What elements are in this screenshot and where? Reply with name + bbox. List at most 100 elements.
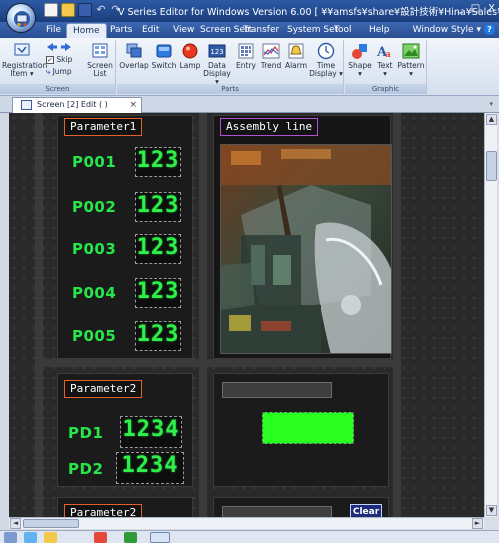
alarm-button[interactable]: Alarm [283,42,309,70]
assembly-line-title: Assembly line [220,118,319,136]
close-button[interactable]: X [488,3,495,14]
application-menu-button[interactable] [6,3,36,33]
open-folder-icon[interactable] [61,3,75,17]
frame-bar-right [393,113,401,517]
taskbar-start-icon[interactable] [4,532,17,543]
p004-value-display[interactable]: 123 [135,278,181,308]
window-title: V Series Editor for Windows Version 6.00… [118,7,499,18]
title-bar: ↶ ↷ V Series Editor for Windows Version … [0,0,499,22]
taskbar-folder-icon[interactable] [44,532,57,543]
data-display-icon: 123 [208,44,226,58]
jump-label: Jump [52,67,72,76]
time-display-button[interactable]: Time Display ▾ [309,42,343,78]
p002-value-display[interactable]: 123 [135,192,181,222]
status-lamp[interactable] [262,412,354,444]
parameter1-panel[interactable]: Parameter1 P001 123 P002 123 P003 123 P0… [57,115,193,359]
entry-icon [238,43,254,59]
save-icon[interactable] [78,3,92,17]
lamp-label: Lamp [179,61,201,70]
taskbar-app-green-icon[interactable] [124,532,137,543]
jump-button[interactable]: ⤷ Jump [46,67,72,77]
vertical-scroll-thumb[interactable] [486,151,497,181]
taskbar-editor-icon[interactable] [150,532,170,543]
prev-next-arrows[interactable] [46,42,72,55]
window-style-dropdown[interactable]: Window Style ▾ [413,23,481,37]
trend-label: Trend [260,61,282,70]
scroll-up-icon[interactable]: ▲ [486,114,497,125]
data-display-label: Data Display ▾ [203,61,231,86]
doc-tab-screen-2[interactable]: Screen [2] Edit ( ) × [12,97,142,113]
screen-canvas[interactable]: Parameter1 P001 123 P002 123 P003 123 P0… [9,113,484,517]
pd2-label: PD2 [68,460,104,478]
group-label-screen: Screen [0,84,115,94]
taskbar-browser-icon[interactable] [24,532,37,543]
taskbar-app-red-icon[interactable] [94,532,107,543]
group-label-parts: Parts [117,84,343,94]
tab-home[interactable]: Home [66,23,107,39]
assembly-line-panel[interactable]: Assembly line [213,115,392,359]
entry-button[interactable]: Entry [233,42,259,70]
pattern-button[interactable]: Pattern ▾ [397,42,425,78]
lower-right-panel[interactable]: Clear [213,497,389,517]
tab-view[interactable]: View [173,23,194,37]
p005-value-display[interactable]: 123 [135,321,181,351]
parameter2-panel-lower[interactable]: Parameter2 [57,497,193,517]
screen-list-icon [92,43,108,58]
lamp-icon [182,43,198,59]
trend-icon [262,43,280,59]
tab-transfer[interactable]: Transfer [243,23,279,37]
jump-arrow-icon: ⤷ [46,67,51,76]
tab-system-settings[interactable]: System Set [287,23,338,37]
close-tab-icon[interactable]: × [129,98,137,112]
horizontal-scroll-thumb[interactable] [23,519,79,528]
p003-value-display[interactable]: 123 [135,234,181,264]
text-button[interactable]: Aa Text ▾ [373,42,397,78]
new-file-icon[interactable] [44,3,58,17]
parameter1-title: Parameter1 [64,118,143,136]
screen-icon [21,100,32,110]
scroll-left-icon[interactable]: ◄ [10,518,21,529]
help-icon[interactable]: ? [484,24,495,35]
tab-help[interactable]: Help [369,23,390,37]
minimize-button[interactable]: _ [458,3,463,14]
registration-item-label: Registration Item ▾ [2,61,48,78]
trend-button[interactable]: Trend [258,42,284,70]
data-display-button[interactable]: 123 Data Display ▾ [201,42,233,86]
group-label-graphic: Graphic [345,84,426,94]
registration-item-button[interactable]: Registration Item ▾ [2,42,47,78]
skip-checkbox[interactable]: ✓ Skip [46,55,72,65]
screen-list-label: Screen List [87,61,113,78]
scroll-down-icon[interactable]: ▼ [486,505,497,516]
pd2-value-display[interactable]: 1234 [116,452,184,484]
lamp-panel[interactable] [213,373,389,487]
tab-edit[interactable]: Edit [142,23,159,37]
pd1-value-display[interactable]: 1234 [120,416,182,448]
lamp-button[interactable]: Lamp [177,42,203,70]
overlap-label: Overlap [119,61,149,70]
skip-label: Skip [56,55,73,64]
vertical-scrollbar[interactable]: ▲ ▼ [484,113,497,517]
ribbon: Registration Item ▾ ✓ Skip ⤷ Jump Screen… [0,38,499,96]
scroll-right-icon[interactable]: ► [472,518,483,529]
p002-label: P002 [72,198,117,216]
shape-button[interactable]: Shape ▾ [347,42,373,78]
horizontal-scrollbar[interactable]: ◄ ► [9,517,484,529]
alarm-label: Alarm [284,61,308,70]
undo-icon[interactable]: ↶ [95,3,107,17]
maximize-button[interactable]: □ [471,3,480,14]
p004-label: P004 [72,284,117,302]
tab-tool[interactable]: Tool [334,23,351,37]
clear-button[interactable]: Clear [350,504,382,517]
overlap-button[interactable]: Overlap [119,42,149,70]
pattern-label: Pattern ▾ [397,61,425,78]
tab-file[interactable]: File [46,23,61,37]
quick-access-toolbar: ↶ ↷ [44,3,122,19]
tab-parts[interactable]: Parts [110,23,132,37]
window-style-label: Window Style [412,25,474,35]
switch-button[interactable]: Switch [149,42,179,70]
horizontal-divider [35,359,401,367]
tab-list-chevron-icon[interactable]: ▾ [489,100,493,108]
screen-list-button[interactable]: Screen List [86,42,114,78]
p001-value-display[interactable]: 123 [135,147,181,177]
parameter2-panel[interactable]: Parameter2 PD1 1234 PD2 1234 [57,373,193,487]
